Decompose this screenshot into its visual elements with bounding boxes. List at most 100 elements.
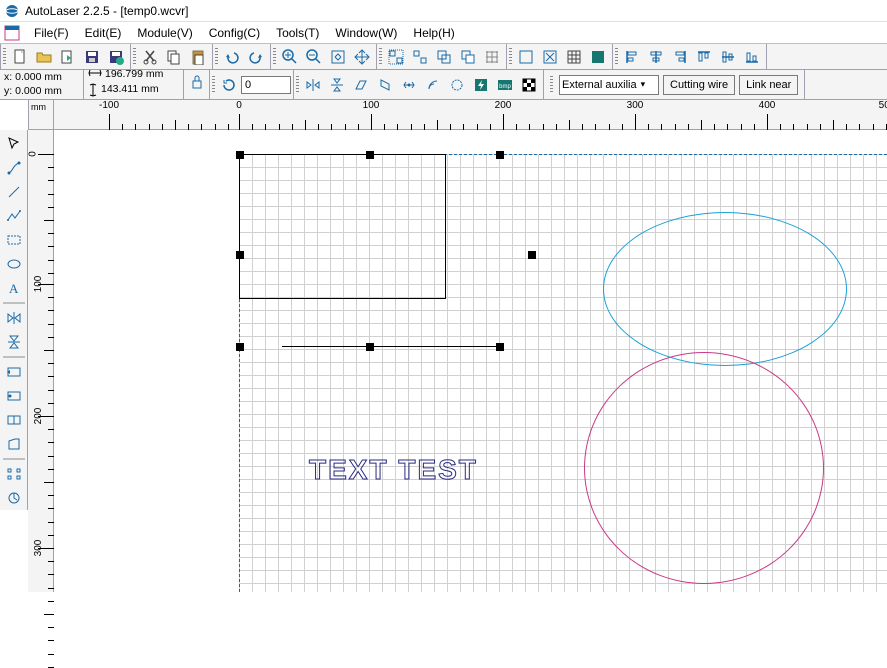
ungroup-button[interactable]: [408, 46, 432, 68]
x-label: x:: [4, 71, 12, 85]
mirror-v-tool[interactable]: [3, 330, 25, 354]
redo-button[interactable]: [244, 46, 268, 68]
aux-dropdown-value: External auxilia: [562, 79, 637, 91]
svg-text:A: A: [9, 281, 19, 296]
open-file-button[interactable]: [32, 46, 56, 68]
mirror-v-button[interactable]: [325, 74, 349, 96]
rotate-button[interactable]: [217, 74, 241, 96]
x-value: 0.000 mm: [15, 71, 62, 85]
rect-tool[interactable]: [3, 228, 25, 252]
ruler-units: mm: [31, 102, 46, 112]
aux-dropdown[interactable]: External auxilia: [559, 75, 659, 95]
skew-h-button[interactable]: [349, 74, 373, 96]
outline-button[interactable]: [514, 46, 538, 68]
menu-window[interactable]: Window(W): [327, 24, 405, 42]
zoom-fit-button[interactable]: [326, 46, 350, 68]
fill-button[interactable]: [538, 46, 562, 68]
drawing-text[interactable]: TEXT TEST: [309, 454, 478, 486]
lock-aspect-icon[interactable]: [190, 73, 204, 96]
left-toolbar: A: [0, 130, 28, 510]
menu-module[interactable]: Module(V): [129, 24, 200, 42]
combine-button[interactable]: [432, 46, 456, 68]
selection-handle[interactable]: [366, 151, 374, 159]
ruler-h-label: -100: [99, 100, 119, 111]
new-file-button[interactable]: [8, 46, 32, 68]
circle-tool-button[interactable]: [445, 74, 469, 96]
align-grid-button[interactable]: [480, 46, 504, 68]
svg-text:bmp: bmp: [499, 84, 511, 90]
selection-handle[interactable]: [236, 343, 244, 351]
zoom-out-button[interactable]: [302, 46, 326, 68]
saveas-button[interactable]: [104, 46, 128, 68]
copy-button[interactable]: [162, 46, 186, 68]
rotate-tool[interactable]: [3, 486, 25, 510]
import-button[interactable]: [56, 46, 80, 68]
align-left-button[interactable]: [620, 46, 644, 68]
align-bottom-button[interactable]: [740, 46, 764, 68]
canvas[interactable]: TEXT TEST: [54, 130, 887, 592]
align-right-button[interactable]: [668, 46, 692, 68]
array-button[interactable]: [397, 74, 421, 96]
menu-config[interactable]: Config(C): [201, 24, 268, 42]
lead-in-tool[interactable]: [3, 360, 25, 384]
align-center-h-button[interactable]: [644, 46, 668, 68]
group-button[interactable]: [384, 46, 408, 68]
grid-button[interactable]: [562, 46, 586, 68]
grip-icon: [615, 48, 618, 66]
drawing-rectangle[interactable]: [239, 154, 446, 299]
ruler-h-label: 200: [495, 100, 512, 111]
mdi-icon: [4, 25, 20, 41]
line-tool[interactable]: [3, 180, 25, 204]
menu-file[interactable]: File(F): [26, 24, 77, 42]
node-edit-tool[interactable]: [3, 156, 25, 180]
selection-handle[interactable]: [496, 343, 504, 351]
break-button[interactable]: [456, 46, 480, 68]
paste-button[interactable]: [186, 46, 210, 68]
ruler-v-label: 200: [33, 408, 44, 425]
zoom-in-button[interactable]: [278, 46, 302, 68]
mirror-h-tool[interactable]: [3, 306, 25, 330]
lead-out-tool[interactable]: [3, 384, 25, 408]
align-top-button[interactable]: [692, 46, 716, 68]
mirror-h-button[interactable]: [301, 74, 325, 96]
toolbar-main: [0, 44, 887, 70]
menu-edit[interactable]: Edit(E): [77, 24, 130, 42]
link-near-button[interactable]: Link near: [739, 75, 798, 95]
y-value: 0.000 mm: [15, 85, 62, 99]
lightning-button[interactable]: [469, 74, 493, 96]
solidfill-button[interactable]: [586, 46, 610, 68]
bridge-tool[interactable]: [3, 408, 25, 432]
drawing-ellipse-pink[interactable]: [584, 352, 824, 584]
window-title: AutoLaser 2.2.5 - [temp0.wcvr]: [25, 4, 188, 18]
drawing-line[interactable]: [282, 346, 497, 347]
y-label: y:: [4, 85, 12, 99]
checker-button[interactable]: [517, 74, 541, 96]
cutting-wire-button[interactable]: Cutting wire: [663, 75, 735, 95]
polyline-tool[interactable]: [3, 204, 25, 228]
bevel-tool[interactable]: [3, 432, 25, 456]
undo-button[interactable]: [220, 46, 244, 68]
ruler-h-label: 100: [363, 100, 380, 111]
offset-button[interactable]: [421, 74, 445, 96]
save-button[interactable]: [80, 46, 104, 68]
skew-v-button[interactable]: [373, 74, 397, 96]
grip-icon: [296, 76, 299, 94]
selection-handle[interactable]: [366, 343, 374, 351]
bmp-button[interactable]: bmp: [493, 74, 517, 96]
text-tool[interactable]: A: [3, 276, 25, 300]
ellipse-tool[interactable]: [3, 252, 25, 276]
drawing-ellipse-blue[interactable]: [603, 212, 847, 366]
pan-button[interactable]: [350, 46, 374, 68]
selection-handle[interactable]: [496, 151, 504, 159]
selection-handle[interactable]: [236, 151, 244, 159]
menu-tools[interactable]: Tools(T): [268, 24, 327, 42]
select-tool[interactable]: [3, 132, 25, 156]
rotate-input[interactable]: [241, 76, 291, 94]
menu-help[interactable]: Help(H): [405, 24, 462, 42]
distribute-tool[interactable]: [3, 462, 25, 486]
ruler-horizontal: -1000100200300400500: [54, 100, 887, 130]
selection-handle[interactable]: [528, 251, 536, 259]
cut-button[interactable]: [138, 46, 162, 68]
align-middle-button[interactable]: [716, 46, 740, 68]
selection-handle[interactable]: [236, 251, 244, 259]
